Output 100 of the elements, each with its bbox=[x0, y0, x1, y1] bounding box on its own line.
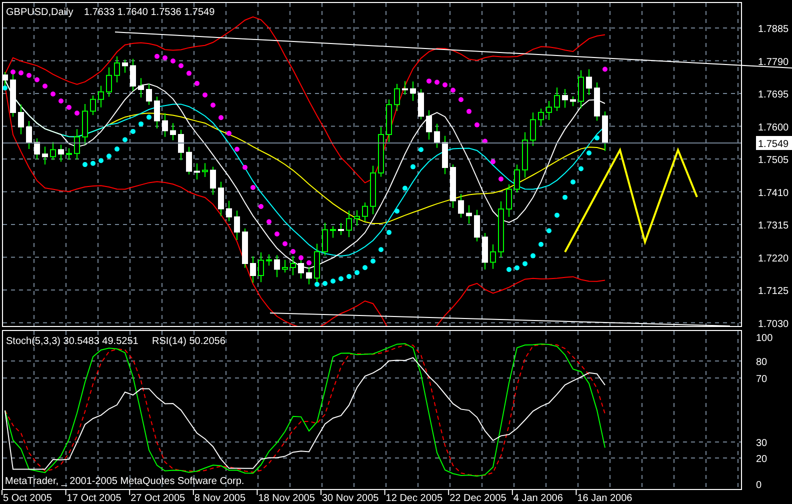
price-axis-label: 1.7030 bbox=[758, 318, 789, 330]
candlestick bbox=[562, 88, 568, 108]
candlestick bbox=[82, 103, 88, 145]
parabolic-sar-dot bbox=[370, 258, 376, 264]
parabolic-sar-dot bbox=[66, 104, 72, 110]
parabolic-sar-dot bbox=[18, 70, 24, 76]
candlestick bbox=[418, 88, 424, 120]
candlestick bbox=[234, 210, 240, 241]
candlestick bbox=[274, 254, 280, 278]
candlestick bbox=[450, 164, 456, 209]
parabolic-sar-dot bbox=[586, 150, 592, 156]
parabolic-sar-dot bbox=[314, 282, 320, 287]
rsi-label: RSI(14) 50.2056 bbox=[152, 336, 226, 347]
parabolic-sar-dot bbox=[354, 270, 360, 276]
candlestick bbox=[530, 112, 536, 146]
candlestick bbox=[210, 166, 216, 196]
date-axis-label: 18 Nov 2005 bbox=[258, 493, 315, 504]
candlestick bbox=[90, 95, 96, 116]
parabolic-sar-dot bbox=[202, 92, 208, 98]
parabolic-sar-dot bbox=[34, 77, 40, 82]
date-axis-label: 27 Oct 2005 bbox=[130, 493, 186, 504]
candlestick bbox=[474, 209, 480, 242]
parabolic-sar-dot bbox=[258, 204, 264, 210]
date-axis-label: 4 Jan 2006 bbox=[513, 493, 563, 504]
candlestick bbox=[226, 200, 232, 222]
parabolic-sar-dot bbox=[218, 115, 224, 120]
parabolic-sar-dot bbox=[346, 274, 352, 280]
parabolic-sar-dot bbox=[194, 80, 200, 86]
candlestick bbox=[34, 138, 40, 160]
parabolic-sar-dot bbox=[234, 146, 240, 152]
candlestick bbox=[442, 135, 448, 175]
price-axis-label: 1.7600 bbox=[758, 122, 789, 134]
parabolic-sar-dot bbox=[82, 162, 88, 168]
candlestick bbox=[26, 120, 32, 150]
parabolic-sar-dot bbox=[466, 108, 472, 114]
parabolic-sar-dot bbox=[154, 54, 160, 59]
candlestick bbox=[466, 204, 472, 224]
candlestick bbox=[362, 202, 368, 222]
candlestick bbox=[514, 164, 520, 193]
candlestick bbox=[378, 126, 384, 178]
date-axis-label: 5 Oct 2005 bbox=[3, 493, 52, 504]
parabolic-sar-dot bbox=[594, 135, 600, 140]
parabolic-sar-dot bbox=[402, 186, 408, 191]
candlestick bbox=[498, 200, 504, 258]
candlestick bbox=[386, 98, 392, 143]
parabolic-sar-dot bbox=[322, 281, 328, 286]
candlestick bbox=[194, 162, 200, 180]
parabolic-sar-dot bbox=[242, 164, 248, 170]
candlestick bbox=[578, 70, 584, 109]
parabolic-sar-dot bbox=[178, 63, 184, 68]
candlestick bbox=[594, 82, 600, 122]
candlestick bbox=[18, 104, 24, 135]
parabolic-sar-dot bbox=[90, 160, 96, 166]
parabolic-sar-dot bbox=[114, 146, 120, 152]
candlestick bbox=[66, 148, 72, 160]
candlestick bbox=[186, 146, 192, 176]
parabolic-sar-dot bbox=[378, 247, 384, 252]
parabolic-sar-dot bbox=[490, 159, 496, 164]
parabolic-sar-dot bbox=[282, 241, 288, 246]
candlestick bbox=[490, 244, 496, 270]
candlestick bbox=[170, 122, 176, 141]
indicator-scale-label: 70 bbox=[756, 374, 768, 385]
candlestick bbox=[250, 256, 256, 284]
parabolic-sar-dot bbox=[130, 128, 136, 134]
parabolic-sar-dot bbox=[514, 265, 520, 270]
candlestick bbox=[506, 184, 512, 218]
candlestick bbox=[98, 85, 104, 108]
parabolic-sar-dot bbox=[442, 82, 448, 88]
indicator-scale-label: 100 bbox=[756, 333, 773, 344]
copyright-text: MetaTrader, _ 2001-2005 MetaQuotes Software Corp. bbox=[5, 476, 244, 487]
indicator-scale-label: 0 bbox=[756, 480, 762, 491]
parabolic-sar-dot bbox=[250, 184, 256, 190]
parabolic-sar-dot bbox=[434, 80, 440, 85]
candlestick bbox=[162, 112, 168, 138]
candlestick bbox=[298, 258, 304, 280]
parabolic-sar-dot bbox=[498, 176, 504, 182]
date-axis-label: 16 Jan 2006 bbox=[577, 493, 632, 504]
price-quote: 1.7633 1.7640 1.7536 1.7549 bbox=[84, 7, 215, 18]
candlestick bbox=[266, 254, 272, 266]
parabolic-sar-dot bbox=[290, 249, 296, 254]
candlestick bbox=[50, 141, 56, 160]
candlestick bbox=[290, 256, 296, 276]
stochastic-label: Stoch(5,3,3) 30.5483 49.5251 bbox=[6, 336, 138, 347]
parabolic-sar-dot bbox=[602, 66, 608, 72]
candlestick bbox=[426, 110, 432, 140]
parabolic-sar-dot bbox=[162, 55, 168, 60]
candlestick bbox=[402, 80, 408, 96]
price-axis-label: 1.7410 bbox=[758, 188, 789, 199]
candlestick bbox=[570, 96, 576, 107]
parabolic-sar-dot bbox=[386, 230, 392, 235]
parabolic-sar-dot bbox=[578, 166, 584, 172]
parabolic-sar-dot bbox=[298, 255, 304, 260]
candlestick bbox=[354, 210, 360, 226]
price-axis-label: 1.7220 bbox=[758, 253, 789, 264]
candlestick bbox=[154, 96, 160, 129]
parabolic-sar-dot bbox=[122, 137, 128, 142]
candlestick bbox=[546, 100, 552, 120]
parabolic-sar-dot bbox=[362, 265, 368, 270]
candlestick bbox=[106, 66, 112, 98]
indicator-scale-label: 30 bbox=[756, 438, 768, 449]
